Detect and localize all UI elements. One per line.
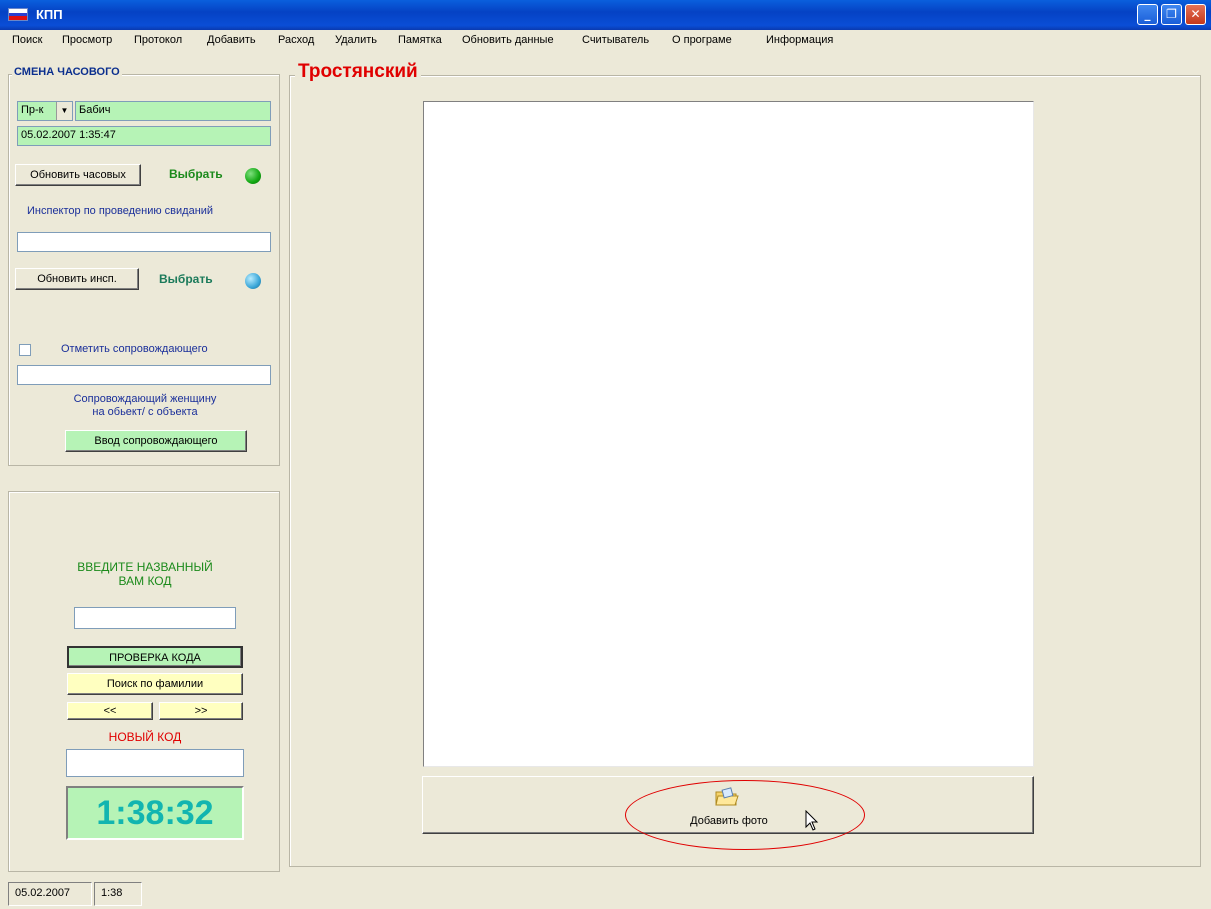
inspector-field[interactable]: [17, 232, 271, 252]
clock-display: 1:38:32: [66, 786, 244, 840]
inspector-status-led-icon: [245, 273, 261, 289]
new-code-field[interactable]: [66, 749, 244, 777]
status-date: 05.02.2007: [8, 882, 92, 906]
title-bar: КПП _ ❐ ✕: [0, 0, 1211, 30]
photo-area[interactable]: [423, 101, 1034, 767]
code-prompt-line1: ВВЕДИТЕ НАЗВАННЫЙ: [77, 560, 213, 574]
menu-view[interactable]: Просмотр: [60, 30, 114, 50]
person-name-title: Тростянский: [295, 61, 421, 83]
escort-entry-button[interactable]: Ввод сопровождающего: [65, 430, 247, 452]
shift-datetime-field[interactable]: 05.02.2007 1:35:47: [17, 126, 271, 146]
check-code-button[interactable]: ПРОВЕРКА КОДА: [67, 646, 243, 668]
escort-note-line2: на обьект/ с объекта: [92, 406, 198, 418]
escort-note-line1: Сопровождающий женщину: [73, 393, 217, 405]
select-guard-label[interactable]: Выбрать: [169, 167, 223, 181]
mouse-cursor-icon: [805, 809, 819, 835]
menu-expense[interactable]: Расход: [276, 30, 316, 50]
inspector-label: Инспектор по проведению свиданий: [27, 205, 214, 217]
dropdown-arrow-icon[interactable]: ▼: [56, 102, 72, 120]
highlight-ellipse: [625, 780, 865, 850]
menu-refresh-data[interactable]: Обновить данные: [460, 30, 556, 50]
search-by-surname-button[interactable]: Поиск по фамилии: [67, 673, 243, 695]
next-button[interactable]: >>: [159, 702, 243, 720]
menu-bar: Поиск Просмотр Протокол Добавить Расход …: [0, 30, 1211, 62]
menu-reader[interactable]: Считыватель: [580, 30, 651, 50]
guard-name-field[interactable]: Бабич: [75, 101, 271, 121]
update-inspector-button[interactable]: Обновить инсп.: [15, 268, 139, 290]
escort-checkbox-label[interactable]: Отметить сопровождающего: [61, 343, 208, 355]
menu-info[interactable]: Информация: [764, 30, 835, 50]
menu-memo[interactable]: Памятка: [396, 30, 444, 50]
code-panel: ВВЕДИТЕ НАЗВАННЫЙ ВАМ КОД ПРОВЕРКА КОДА …: [8, 491, 280, 872]
rank-value: Пр-к: [21, 104, 44, 116]
code-prompt-line2: ВАМ КОД: [118, 574, 172, 588]
minimize-button[interactable]: _: [1137, 4, 1158, 25]
menu-search[interactable]: Поиск: [10, 30, 44, 50]
app-flag-icon: [8, 8, 28, 21]
rank-select[interactable]: Пр-к ▼: [17, 101, 73, 121]
menu-add[interactable]: Добавить: [205, 30, 258, 50]
main-panel: Тростянский Добавить фото: [289, 61, 1201, 867]
status-bar: 05.02.2007 1:38: [0, 882, 1211, 909]
new-code-label: НОВЫЙ КОД: [108, 730, 182, 744]
guard-shift-title: СМЕНА ЧАСОВОГО: [12, 66, 122, 78]
restore-button[interactable]: ❐: [1161, 4, 1182, 25]
code-input[interactable]: [74, 607, 236, 629]
escort-checkbox[interactable]: [19, 344, 31, 356]
menu-delete[interactable]: Удалить: [333, 30, 379, 50]
select-inspector-label[interactable]: Выбрать: [159, 272, 213, 286]
guard-shift-panel: СМЕНА ЧАСОВОГО Пр-к ▼ Бабич 05.02.2007 1…: [8, 66, 280, 466]
menu-about[interactable]: О програме: [670, 30, 734, 50]
close-button[interactable]: ✕: [1185, 4, 1206, 25]
status-time: 1:38: [94, 882, 142, 906]
prev-button[interactable]: <<: [67, 702, 153, 720]
menu-protocol[interactable]: Протокол: [132, 30, 184, 50]
guard-status-led-icon: [245, 168, 261, 184]
window-title: КПП: [36, 7, 63, 22]
update-guards-button[interactable]: Обновить часовых: [15, 164, 141, 186]
escort-field[interactable]: [17, 365, 271, 385]
